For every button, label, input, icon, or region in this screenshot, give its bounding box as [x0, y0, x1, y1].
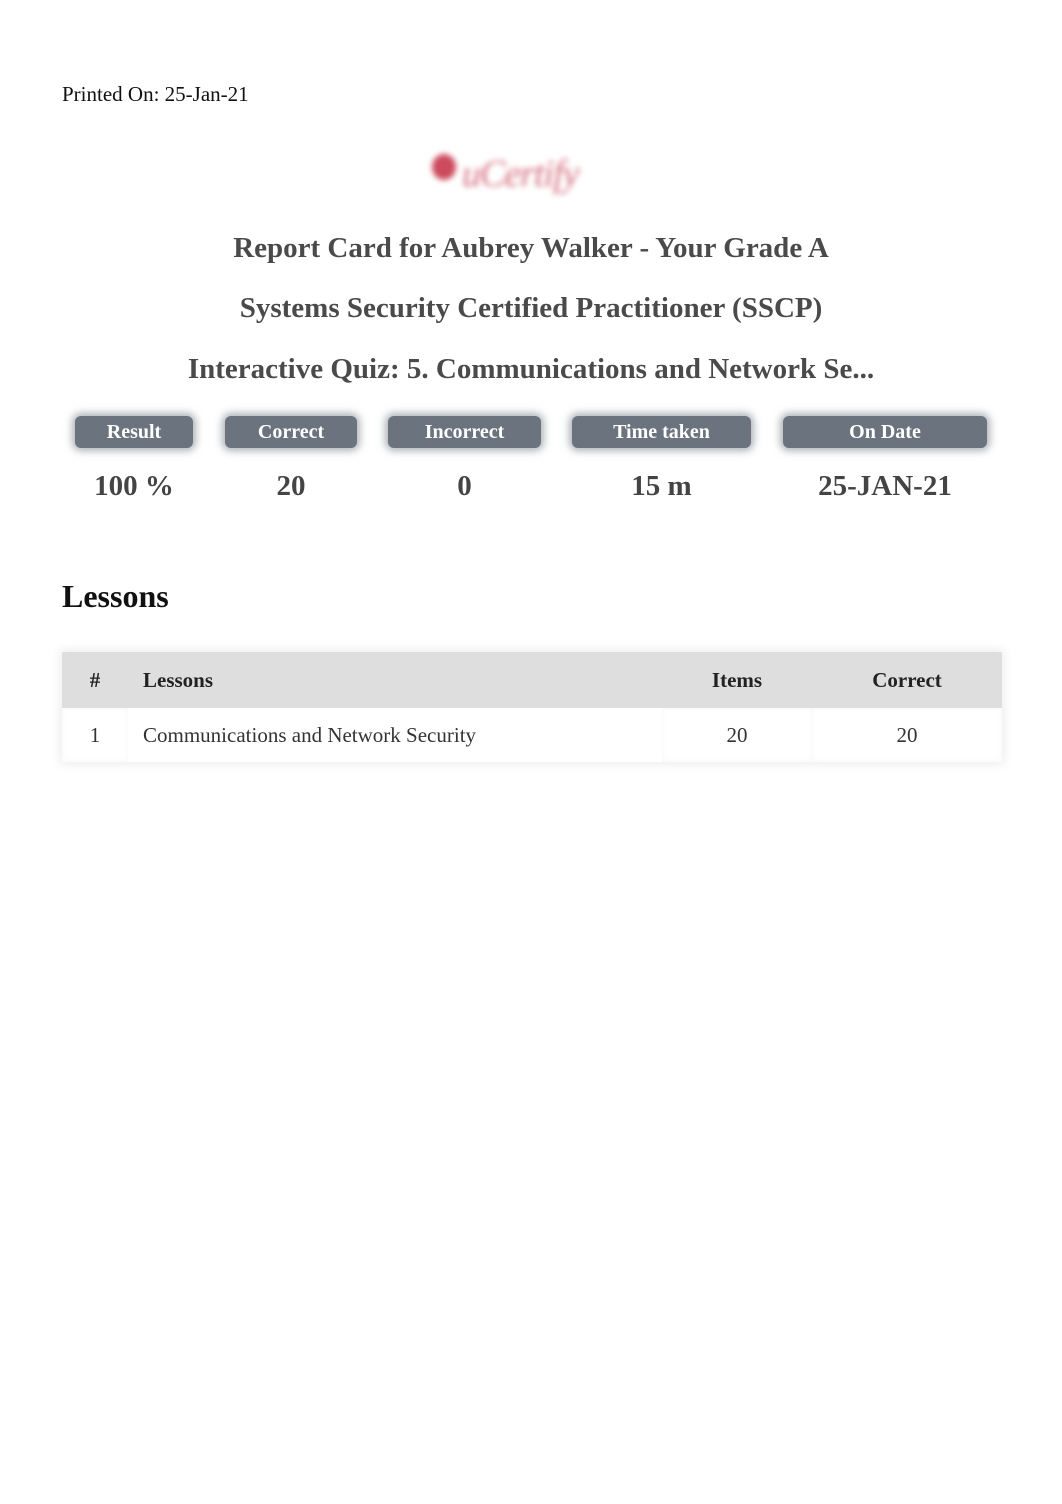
cell-correct: 20: [812, 708, 1002, 762]
lessons-table: # Lessons Items Correct 1 Communications…: [62, 652, 1002, 762]
lessons-heading: Lessons: [62, 578, 169, 614]
quiz-title: Interactive Quiz: 5. Communications and …: [187, 353, 875, 385]
stat-label: Incorrect: [388, 416, 541, 448]
stat-label: Correct: [225, 416, 357, 448]
column-header-items: Items: [711, 667, 763, 692]
column-header-lessons: Lessons: [143, 667, 214, 692]
course-title: Systems Security Certified Practitioner …: [239, 292, 823, 324]
logo-mark-icon: [432, 154, 456, 180]
printed-on-date: Printed On: 25-Jan-21: [62, 82, 249, 106]
stat-correct: Correct 20: [225, 416, 357, 503]
cell-items: 20: [662, 708, 812, 762]
logo-wordmark: uCertify: [462, 153, 580, 195]
stat-label: Time taken: [572, 416, 751, 448]
stats-summary: Result 100 % Correct 20 Incorrect 0 Time…: [0, 416, 1062, 516]
stat-value: 20: [276, 470, 306, 502]
column-header-number: #: [89, 667, 101, 692]
stat-result: Result 100 %: [75, 416, 193, 503]
stat-value: 15 m: [631, 470, 692, 502]
stat-value: 25-JAN-21: [818, 470, 952, 502]
cell-number: 1: [62, 708, 128, 762]
table-header-row: # Lessons Items Correct: [62, 652, 1002, 708]
stat-label: Result: [75, 416, 193, 448]
stat-value: 100 %: [94, 470, 174, 502]
report-card-title: Report Card for Aubrey Walker - Your Gra…: [233, 232, 829, 264]
stat-time-taken: Time taken 15 m: [572, 416, 751, 503]
cell-lesson-name: Communications and Network Security: [128, 708, 662, 762]
column-header-correct: Correct: [872, 667, 942, 692]
stat-incorrect: Incorrect 0: [388, 416, 541, 503]
ucertify-logo: uCertify: [428, 146, 624, 195]
stat-value: 0: [457, 470, 472, 502]
stat-on-date: On Date 25-JAN-21: [783, 416, 987, 503]
stat-label: On Date: [783, 416, 987, 448]
table-row: 1 Communications and Network Security 20…: [62, 708, 1002, 762]
